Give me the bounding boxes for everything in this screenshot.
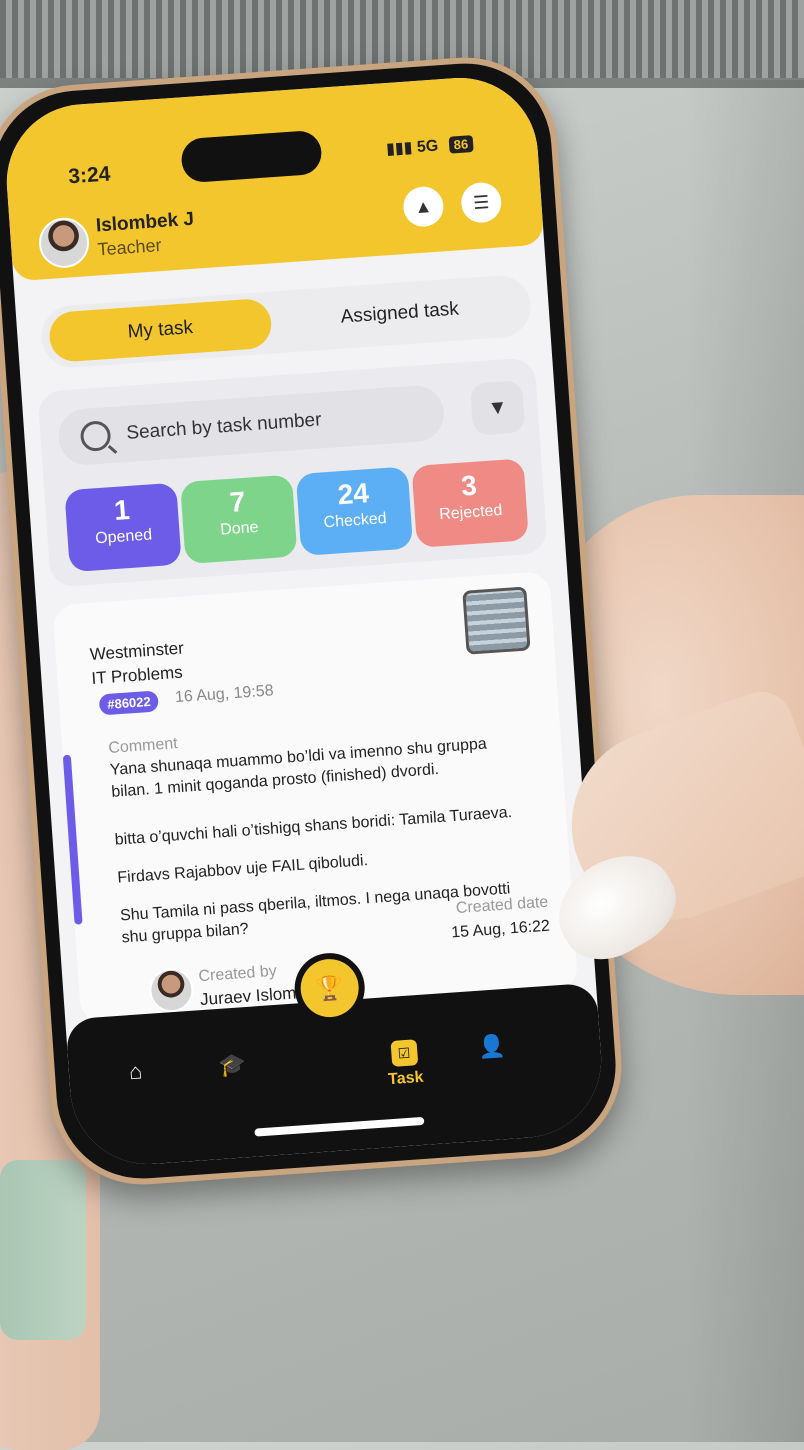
- task-attachment-thumbnail[interactable]: [462, 586, 531, 655]
- nav-task-label: Task: [387, 1068, 424, 1089]
- status-time: 3:24: [67, 162, 112, 189]
- comment-line: Firdavs Rajabbov uje FAIL qiboludi.: [116, 852, 369, 887]
- network-label: 5G: [416, 137, 439, 156]
- comment-line: bitta o’quvchi hali o’tishigq shans bori…: [114, 803, 513, 849]
- stat-opened[interactable]: 1 Opened: [64, 482, 182, 573]
- task-icon: ☑: [390, 1039, 418, 1067]
- dynamic-island: [180, 129, 323, 184]
- app-header: 3:24 ▮▮▮ 5G 86 Islombek J Teacher ▲ ☰: [1, 72, 545, 282]
- search-icon: [79, 420, 112, 453]
- avatar[interactable]: [37, 216, 91, 270]
- user-role: Teacher: [96, 235, 163, 260]
- comment-label: Comment: [107, 735, 179, 757]
- stat-count: 1: [112, 493, 131, 526]
- avatar: [147, 966, 195, 1014]
- trophy-icon[interactable]: 🏆: [298, 957, 361, 1020]
- profile-icon[interactable]: 👤: [477, 1033, 506, 1061]
- battery-icon: 86: [448, 135, 474, 154]
- stat-done[interactable]: 7 Done: [180, 474, 298, 565]
- watch-band: [0, 1160, 86, 1340]
- filter-icon[interactable]: ▼: [469, 380, 526, 436]
- signal-icon: ▮▮▮: [385, 139, 414, 159]
- task-date: 16 Aug, 19:58: [174, 682, 275, 707]
- task-id-badge: #86022: [98, 690, 160, 716]
- task-school: Westminster: [89, 638, 185, 664]
- stat-count: 24: [336, 477, 370, 511]
- task-category: IT Problems: [90, 662, 184, 688]
- phone-screen: 3:24 ▮▮▮ 5G 86 Islombek J Teacher ▲ ☰ My…: [1, 72, 607, 1170]
- user-name: Islombek J: [95, 208, 195, 237]
- created-by-label: Created by: [197, 962, 278, 986]
- home-icon[interactable]: ⌂: [128, 1058, 143, 1085]
- tab-assigned-task[interactable]: Assigned task: [283, 281, 516, 347]
- task-tabs: My task Assigned task: [39, 273, 533, 370]
- phone: 3:24 ▮▮▮ 5G 86 Islombek J Teacher ▲ ☰ My…: [0, 51, 628, 1191]
- graduation-cap-icon[interactable]: 🎓: [218, 1051, 247, 1079]
- home-indicator: [254, 1116, 425, 1137]
- stat-checked[interactable]: 24 Checked: [295, 466, 414, 557]
- menu-icon[interactable]: ☰: [459, 181, 503, 224]
- nav-task[interactable]: ☑ Task: [386, 1039, 425, 1089]
- card-accent: [62, 754, 83, 925]
- stat-rejected[interactable]: 3 Rejected: [411, 458, 529, 548]
- filter-panel: Search by task number ▼ 1 Opened 7 Done …: [37, 357, 548, 588]
- search-input[interactable]: Search by task number: [56, 383, 446, 467]
- warning-icon[interactable]: ▲: [402, 185, 445, 229]
- tab-my-task[interactable]: My task: [47, 297, 273, 363]
- stat-count: 3: [460, 469, 478, 502]
- stat-count: 7: [228, 485, 247, 518]
- status-indicators: ▮▮▮ 5G 86: [385, 133, 474, 159]
- search-placeholder: Search by task number: [125, 409, 323, 444]
